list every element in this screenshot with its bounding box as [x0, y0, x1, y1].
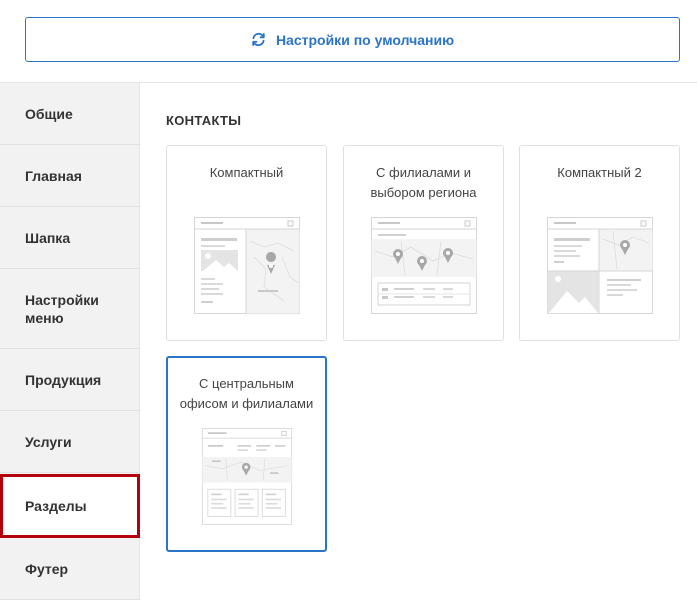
layout-preview-image — [194, 217, 300, 314]
sidebar-item-label: Услуги — [25, 433, 72, 450]
reset-defaults-label: Настройки по умолчанию — [275, 31, 455, 48]
sidebar-item-header[interactable]: Шапка — [0, 207, 140, 269]
sidebar-item-label: Продукция — [25, 371, 102, 388]
sidebar-item-products[interactable]: Продукция — [0, 349, 140, 411]
top-bar: Настройки по умолчанию — [0, 0, 697, 83]
layout-preview-image — [547, 217, 653, 314]
card-label: С центральным офисом и филиалами — [179, 376, 314, 411]
card-label: Компактный — [209, 165, 284, 180]
contacts-layout-card-compact-2[interactable]: Компактный 2 — [519, 145, 680, 341]
refresh-icon — [252, 32, 265, 47]
layout-preview-image — [201, 428, 293, 525]
sidebar-item-sections[interactable]: Разделы — [0, 474, 140, 538]
reset-defaults-button[interactable]: Настройки по умолчанию — [25, 17, 680, 62]
contacts-layout-card-central-office[interactable]: С центральным офисом и филиалами — [166, 356, 327, 552]
settings-sidebar: Общие Главная Шапка Настройки меню Проду… — [0, 83, 140, 600]
sidebar-item-label: Главная — [25, 167, 82, 184]
sidebar-item-label: Настройки меню — [25, 291, 99, 326]
sidebar-item-services[interactable]: Услуги — [0, 411, 140, 473]
sidebar-item-general[interactable]: Общие — [0, 83, 140, 145]
sidebar-item-menu-settings[interactable]: Настройки меню — [0, 269, 140, 349]
layout-preview-image — [371, 217, 477, 314]
section-title: КОНТАКТЫ — [166, 113, 242, 128]
contacts-layout-card-compact[interactable]: Компактный — [166, 145, 327, 341]
contacts-layout-card-branches-region[interactable]: С филиалами и выбором региона — [343, 145, 504, 341]
sidebar-item-label: Шапка — [25, 229, 71, 246]
sidebar-item-label: Разделы — [25, 498, 87, 514]
sidebar-item-label: Общие — [25, 105, 73, 122]
card-label: С филиалами и выбором региона — [370, 165, 477, 200]
main-content: КОНТАКТЫ Компактный С филиалами и выборо… — [140, 83, 697, 600]
sidebar-item-footer[interactable]: Футер — [0, 538, 140, 600]
sidebar-item-main[interactable]: Главная — [0, 145, 140, 207]
card-label: Компактный 2 — [557, 165, 642, 180]
sidebar-item-label: Футер — [25, 560, 69, 577]
